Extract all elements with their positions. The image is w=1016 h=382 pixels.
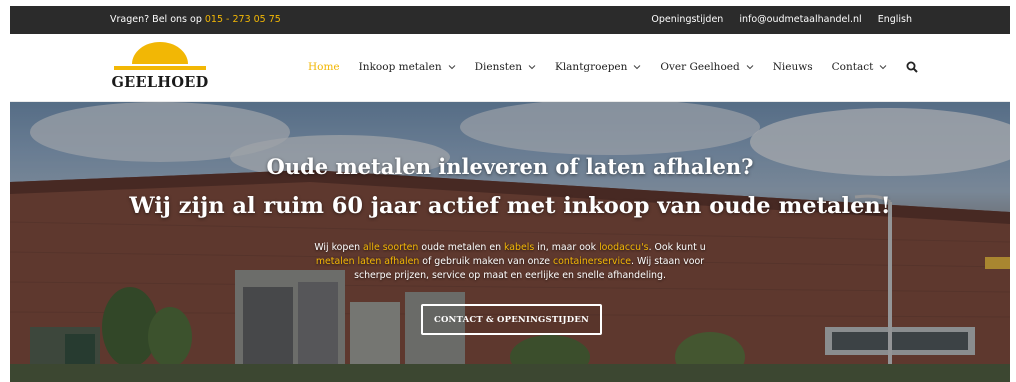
hero-text-part: oude metalen en: [418, 242, 505, 253]
link-containerservice[interactable]: containerservice: [553, 256, 631, 267]
sun-logo-icon: [114, 42, 206, 70]
hero-banner: Oude metalen inleveren of laten afhalen?…: [10, 102, 1010, 382]
hero-text-part: Wij kopen: [314, 242, 364, 253]
openingstijden-link[interactable]: Openingstijden: [651, 14, 723, 25]
link-metalen-laten-afhalen[interactable]: metalen laten afhalen: [316, 256, 419, 267]
hero-text-part: of gebruik maken van onze: [419, 256, 553, 267]
link-loodaccus[interactable]: loodaccu's: [599, 242, 648, 253]
nav-diensten-label: Diensten: [474, 61, 522, 73]
browser-page: Vragen? Bel ons op 015 - 273 05 75 Openi…: [10, 6, 1010, 382]
nav-contact-label: Contact: [831, 61, 874, 73]
chevron-down-icon: [746, 65, 754, 70]
phone-link[interactable]: 015 - 273 05 75: [205, 14, 281, 25]
chevron-down-icon: [634, 65, 641, 70]
call-info: Vragen? Bel ons op 015 - 273 05 75: [110, 14, 281, 25]
site-header: GEELHOED Home Inkoop metalen Diensten Kl…: [10, 34, 1010, 102]
nav-klantgroepen-label: Klantgroepen: [554, 61, 628, 73]
chevron-down-icon: [448, 65, 455, 70]
email-link[interactable]: info@oudmetaalhandel.nl: [739, 14, 861, 25]
nav-klantgroepen[interactable]: Klantgroepen: [555, 61, 641, 73]
link-alle-soorten[interactable]: alle soorten: [363, 242, 418, 253]
nav-nieuws-label: Nieuws: [772, 61, 813, 73]
nav-inkoop-metalen[interactable]: Inkoop metalen: [359, 61, 456, 73]
hero-title: Oude metalen inleveren of laten afhalen?: [266, 154, 754, 179]
language-link[interactable]: English: [878, 14, 912, 25]
hero-subtitle: Wij zijn al ruim 60 jaar actief met inko…: [129, 193, 891, 219]
nav-over-geelhoed[interactable]: Over Geelhoed: [660, 61, 754, 73]
contact-openingstijden-button[interactable]: CONTACT & OPENINGSTIJDEN: [421, 304, 602, 335]
hero-text-part: . Ook kunt u: [648, 242, 706, 253]
logo[interactable]: GEELHOED: [110, 42, 210, 94]
top-links: Openingstijden info@oudmetaalhandel.nl E…: [651, 14, 912, 25]
logo-text: GEELHOED: [111, 74, 209, 91]
main-nav: Home Inkoop metalen Diensten Klantgroepe…: [308, 61, 919, 73]
nav-nieuws[interactable]: Nieuws: [773, 61, 813, 73]
nav-home-label: Home: [308, 61, 340, 73]
chevron-down-icon: [879, 65, 887, 70]
nav-contact[interactable]: Contact: [832, 61, 888, 73]
top-bar: Vragen? Bel ons op 015 - 273 05 75 Openi…: [10, 6, 1010, 34]
nav-over-geelhoed-label: Over Geelhoed: [660, 61, 740, 73]
hero-description: Wij kopen alle soorten oude metalen en k…: [300, 241, 720, 283]
nav-home[interactable]: Home: [308, 61, 340, 73]
call-prefix: Vragen? Bel ons op: [110, 14, 202, 25]
nav-diensten[interactable]: Diensten: [475, 61, 536, 73]
search-icon[interactable]: [906, 61, 919, 73]
nav-inkoop-metalen-label: Inkoop metalen: [358, 61, 442, 73]
link-kabels[interactable]: kabels: [504, 242, 534, 253]
hero-text-part: in, maar ook: [534, 242, 600, 253]
chevron-down-icon: [528, 65, 536, 70]
